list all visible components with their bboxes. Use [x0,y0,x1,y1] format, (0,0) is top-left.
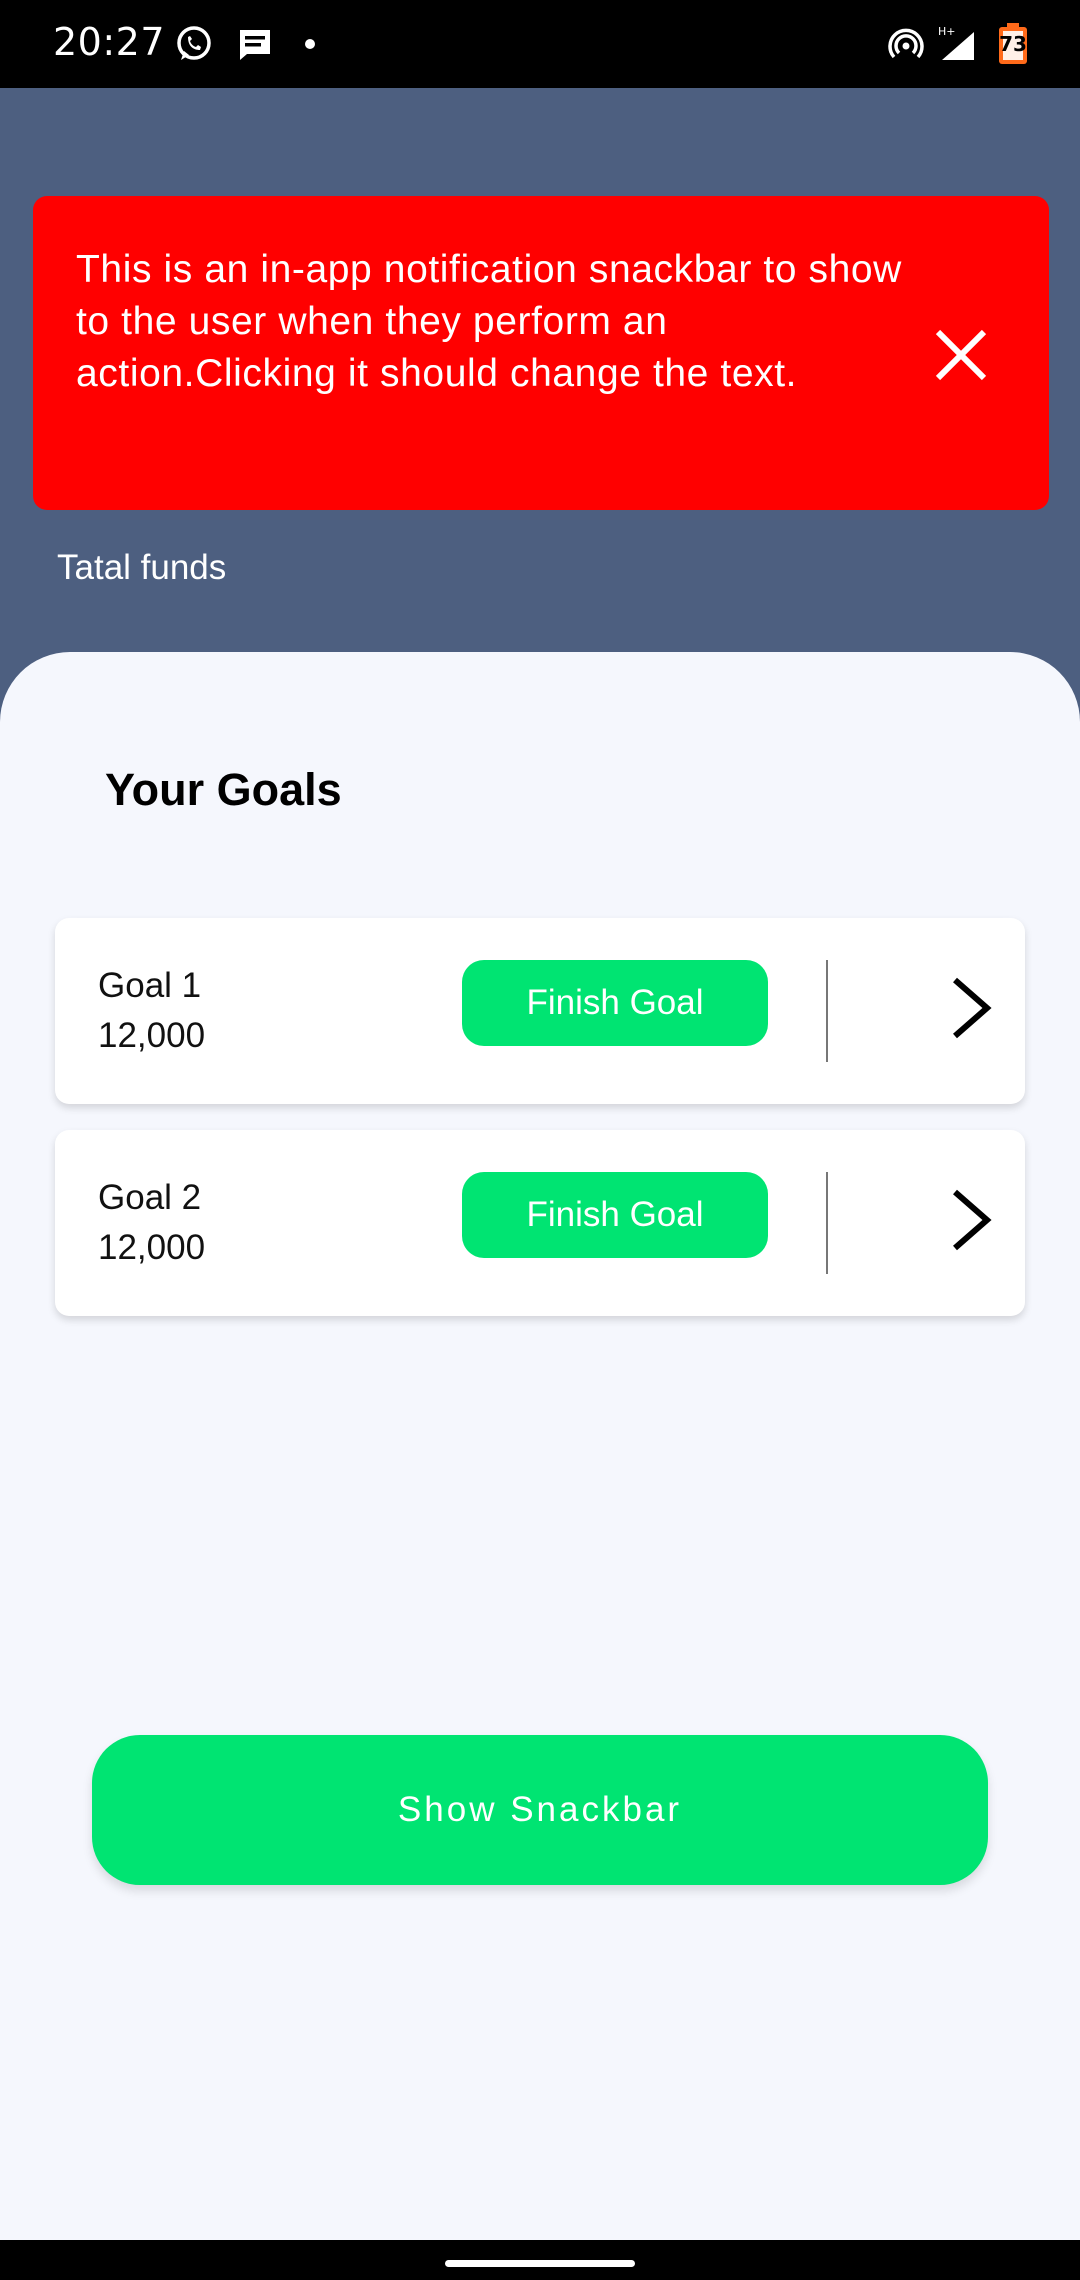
close-icon[interactable] [928,322,994,388]
show-snackbar-button[interactable]: Show Snackbar [92,1735,988,1885]
goal-card[interactable]: Goal 1 12,000 Finish Goal [55,918,1025,1104]
battery-level: 73 [999,32,1027,56]
goal-amount: 12,000 [98,1228,206,1267]
goal-card[interactable]: Goal 2 12,000 Finish Goal [55,1130,1025,1316]
goal-divider [826,960,828,1062]
dot-icon [288,22,332,66]
home-indicator[interactable] [445,2260,635,2267]
battery-icon: 73 [996,22,1030,66]
message-icon [233,22,277,66]
chevron-right-icon[interactable] [935,1178,1003,1262]
navigation-bar [0,2240,1080,2280]
goal-divider [826,1172,828,1274]
snackbar-message[interactable]: This is an in-app notification snackbar … [76,244,916,400]
finish-goal-button[interactable]: Finish Goal [462,1172,768,1258]
total-funds-label: Tatal funds [57,548,227,587]
goal-amount: 12,000 [98,1016,206,1055]
snackbar[interactable]: This is an in-app notification snackbar … [33,196,1049,510]
status-bar: 20:27 H+ 73 [0,0,1080,88]
hotspot-icon [884,22,928,66]
goals-sheet: Your Goals Goal 1 12,000 Finish Goal Goa… [0,652,1080,2240]
signal-icon: H+ [936,22,980,66]
app-screen: 20:27 H+ 73 This is an in-app notificati… [0,0,1080,2280]
svg-text:H+: H+ [938,25,956,38]
finish-goal-button[interactable]: Finish Goal [462,960,768,1046]
goal-name: Goal 1 [98,966,202,1005]
chevron-right-icon[interactable] [935,966,1003,1050]
goals-title: Your Goals [105,764,342,815]
status-time: 20:27 [53,20,166,64]
whatsapp-icon [172,22,216,66]
goal-name: Goal 2 [98,1178,202,1217]
